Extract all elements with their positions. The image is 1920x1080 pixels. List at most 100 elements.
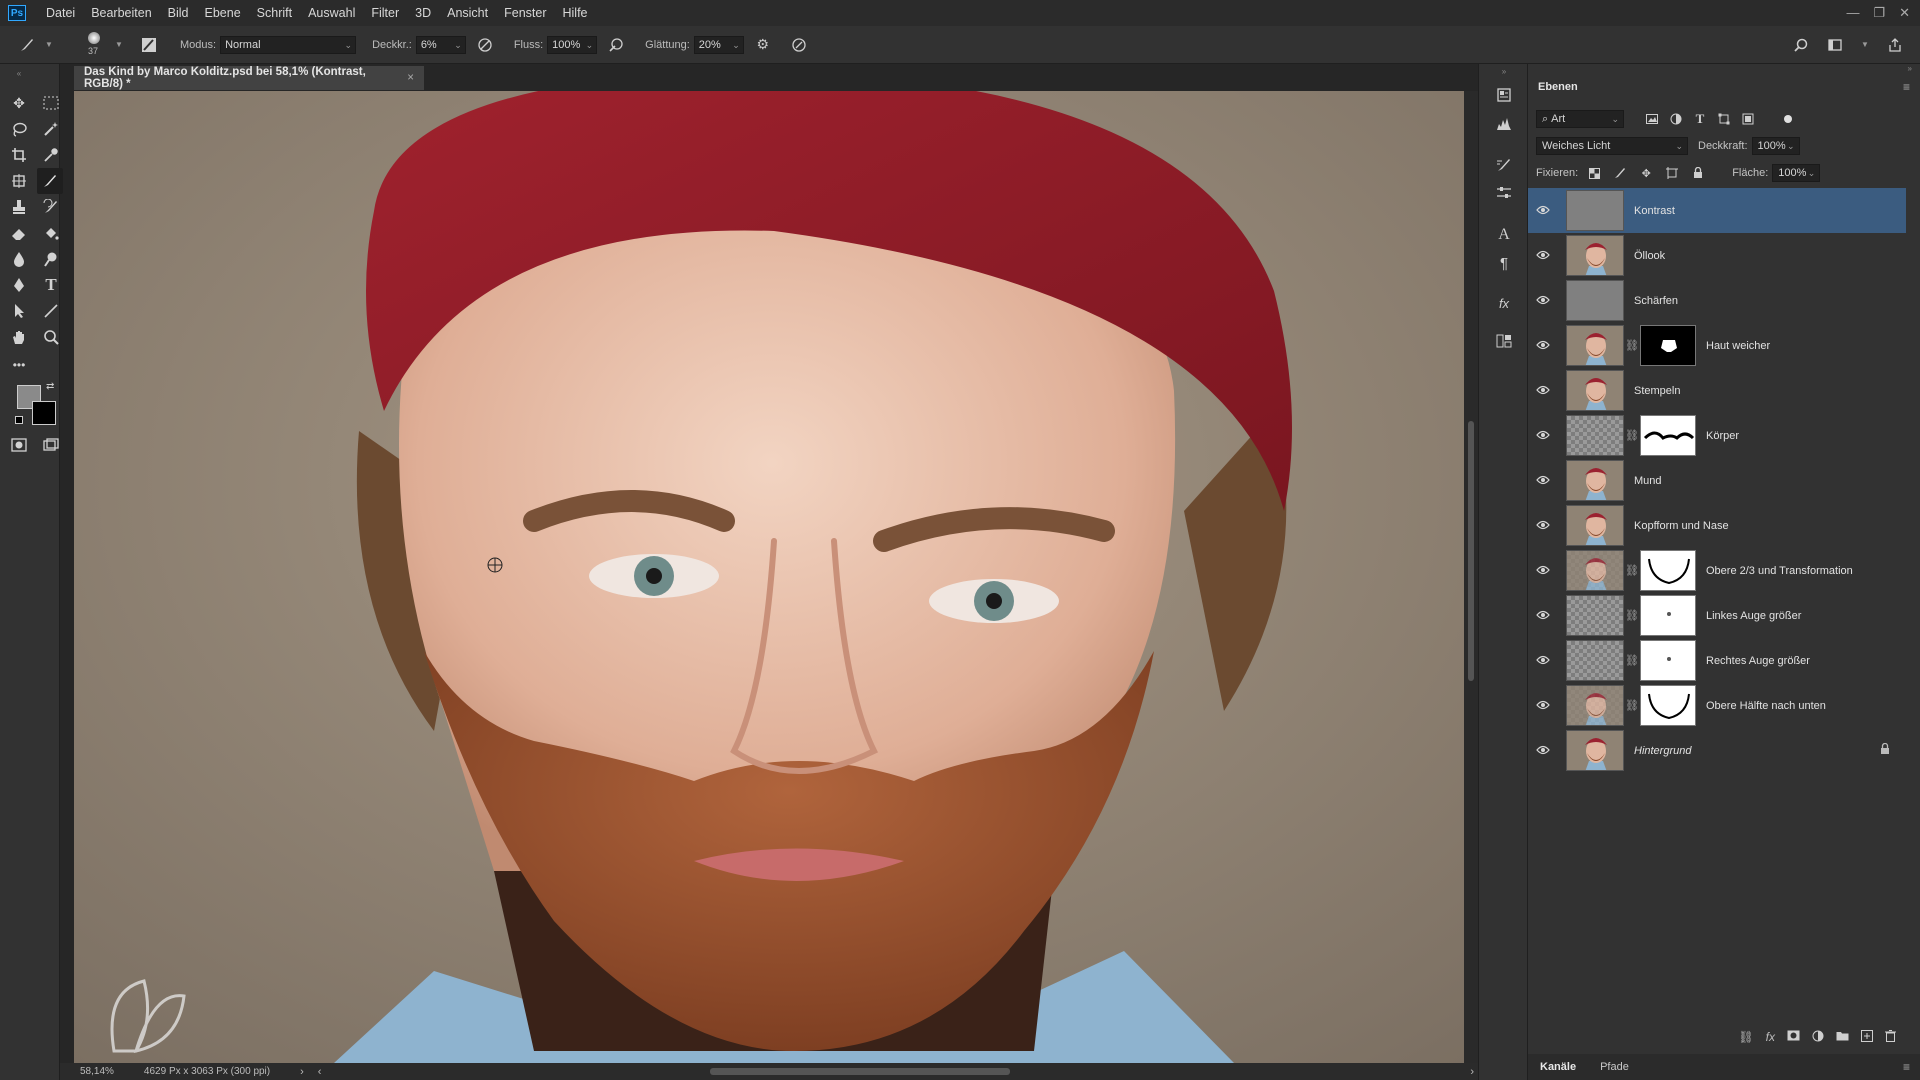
screen-mode-icon[interactable]: [40, 434, 62, 456]
document-tab[interactable]: Das Kind by Marco Kolditz.psd bei 58,1% …: [74, 66, 424, 90]
add-layer-style-icon[interactable]: fx: [1766, 1030, 1775, 1044]
fluss-field[interactable]: 100% ⌄: [547, 35, 598, 54]
menu-filter[interactable]: Filter: [363, 0, 407, 26]
layer-thumbnail[interactable]: [1566, 325, 1624, 366]
mask-link-icon[interactable]: ⛓: [1624, 429, 1640, 442]
marquee-tool-icon[interactable]: [40, 92, 62, 114]
menu-bild[interactable]: Bild: [160, 0, 197, 26]
menu-hilfe[interactable]: Hilfe: [555, 0, 596, 26]
collapse-panel-icon[interactable]: »: [1908, 64, 1912, 73]
default-colors-icon[interactable]: [15, 416, 23, 424]
close-window-icon[interactable]: ✕: [1899, 5, 1910, 21]
layer-thumbnail[interactable]: [1566, 685, 1624, 726]
chevron-down-icon[interactable]: ▼: [110, 36, 128, 54]
mask-link-icon[interactable]: ⛓: [1624, 699, 1640, 712]
blend-mode-select[interactable]: Weiches Licht ⌄: [1536, 137, 1688, 155]
mask-link-icon[interactable]: ⛓: [1624, 609, 1640, 622]
visibility-eye-icon[interactable]: [1528, 428, 1558, 443]
visibility-eye-icon[interactable]: [1528, 293, 1558, 308]
layer-row[interactable]: ⛓ Obere Hälfte nach unten: [1528, 683, 1906, 728]
visibility-eye-icon[interactable]: [1528, 473, 1558, 488]
status-menu-arrow-icon[interactable]: ›: [300, 1066, 304, 1078]
hand-tool-icon[interactable]: [8, 326, 30, 348]
visibility-eye-icon[interactable]: [1528, 608, 1558, 623]
chevron-down-icon[interactable]: ▼: [40, 36, 58, 54]
layer-row[interactable]: Kontrast: [1528, 188, 1906, 233]
layer-mask-thumbnail[interactable]: [1640, 640, 1696, 681]
visibility-eye-icon[interactable]: [1528, 698, 1558, 713]
layer-name[interactable]: Linkes Auge größer: [1706, 610, 1801, 622]
close-document-icon[interactable]: ×: [407, 72, 414, 84]
clone-stamp-tool-icon[interactable]: [8, 196, 30, 218]
background-color-swatch[interactable]: [32, 401, 56, 425]
mask-link-icon[interactable]: ⛓: [1624, 654, 1640, 667]
layer-row[interactable]: ⛓ Körper: [1528, 413, 1906, 458]
layer-row[interactable]: ⛓ Haut weicher: [1528, 323, 1906, 368]
delete-layer-icon[interactable]: [1885, 1029, 1896, 1045]
vertical-scrollbar[interactable]: [1464, 91, 1478, 1063]
visibility-eye-icon[interactable]: [1528, 203, 1558, 218]
filter-toggle-icon[interactable]: [1784, 115, 1792, 123]
visibility-eye-icon[interactable]: [1528, 563, 1558, 578]
lock-all-icon[interactable]: [1688, 164, 1708, 182]
paragraph-panel-icon[interactable]: ¶: [1493, 252, 1515, 274]
move-tool-icon[interactable]: ✥: [8, 92, 30, 114]
menu-datei[interactable]: Datei: [38, 0, 83, 26]
adjustments-icon[interactable]: [1493, 182, 1515, 204]
brush-tool-preset-icon[interactable]: [18, 36, 36, 54]
layer-name[interactable]: Kontrast: [1634, 205, 1675, 217]
layer-name[interactable]: Stempeln: [1634, 385, 1680, 397]
visibility-eye-icon[interactable]: [1528, 743, 1558, 758]
layer-name[interactable]: Mund: [1634, 475, 1662, 487]
layer-thumbnail[interactable]: [1566, 415, 1624, 456]
menu-3d[interactable]: 3D: [407, 0, 439, 26]
layer-row[interactable]: Öllook: [1528, 233, 1906, 278]
share-icon[interactable]: [1886, 36, 1904, 54]
menu-schrift[interactable]: Schrift: [249, 0, 300, 26]
fill-field[interactable]: 100% ⌄: [1772, 164, 1821, 182]
airbrush-icon[interactable]: [607, 36, 625, 54]
filter-kind-select[interactable]: ⌕ Art ⌄: [1536, 110, 1624, 128]
scrollbar-thumb[interactable]: [1468, 421, 1474, 681]
layer-thumbnail[interactable]: [1566, 505, 1624, 546]
filter-pixel-layers-icon[interactable]: [1642, 110, 1662, 128]
swap-colors-icon[interactable]: ⇄: [46, 381, 54, 392]
magic-wand-tool-icon[interactable]: [40, 118, 62, 140]
pen-tool-icon[interactable]: [8, 274, 30, 296]
search-icon[interactable]: [1792, 36, 1810, 54]
restore-icon[interactable]: ❐: [1873, 5, 1885, 21]
layer-name[interactable]: Obere 2/3 und Transformation: [1706, 565, 1853, 577]
tab-kanaele[interactable]: Kanäle: [1528, 1061, 1588, 1073]
mask-link-icon[interactable]: ⛓: [1624, 339, 1640, 352]
layer-name[interactable]: Kopfform und Nase: [1634, 520, 1729, 532]
collapse-panels-icon[interactable]: »: [1493, 66, 1515, 76]
menu-auswahl[interactable]: Auswahl: [300, 0, 363, 26]
layer-row[interactable]: ⛓ Rechtes Auge größer: [1528, 638, 1906, 683]
zoom-level[interactable]: 58,14%: [80, 1066, 114, 1077]
eraser-tool-icon[interactable]: [8, 222, 30, 244]
layer-row[interactable]: Hintergrund: [1528, 728, 1906, 773]
frame-tool-icon[interactable]: [8, 170, 30, 192]
panel-menu-icon[interactable]: ≡: [1903, 1060, 1910, 1074]
layer-thumbnail[interactable]: [1566, 370, 1624, 411]
lasso-tool-icon[interactable]: [8, 118, 30, 140]
character-panel-icon[interactable]: A: [1493, 224, 1515, 246]
layer-row[interactable]: Kopfform und Nase: [1528, 503, 1906, 548]
visibility-eye-icon[interactable]: [1528, 338, 1558, 353]
deckkraft-field[interactable]: 6% ⌄: [415, 35, 466, 54]
add-mask-icon[interactable]: [1787, 1030, 1800, 1044]
tab-ebenen[interactable]: Ebenen: [1528, 81, 1588, 93]
visibility-eye-icon[interactable]: [1528, 383, 1558, 398]
layer-row[interactable]: Stempeln: [1528, 368, 1906, 413]
layer-mask-thumbnail[interactable]: [1640, 595, 1696, 636]
menu-bearbeiten[interactable]: Bearbeiten: [83, 0, 159, 26]
layer-thumbnail[interactable]: [1566, 640, 1624, 681]
layer-name[interactable]: Schärfen: [1634, 295, 1678, 307]
layer-name[interactable]: Körper: [1706, 430, 1739, 442]
visibility-eye-icon[interactable]: [1528, 653, 1558, 668]
visibility-eye-icon[interactable]: [1528, 518, 1558, 533]
collapse-toolbar-icon[interactable]: «: [8, 68, 30, 78]
canvas[interactable]: [74, 91, 1464, 1063]
brush-settings-icon[interactable]: [1493, 154, 1515, 176]
pressure-size-icon[interactable]: [790, 36, 808, 54]
